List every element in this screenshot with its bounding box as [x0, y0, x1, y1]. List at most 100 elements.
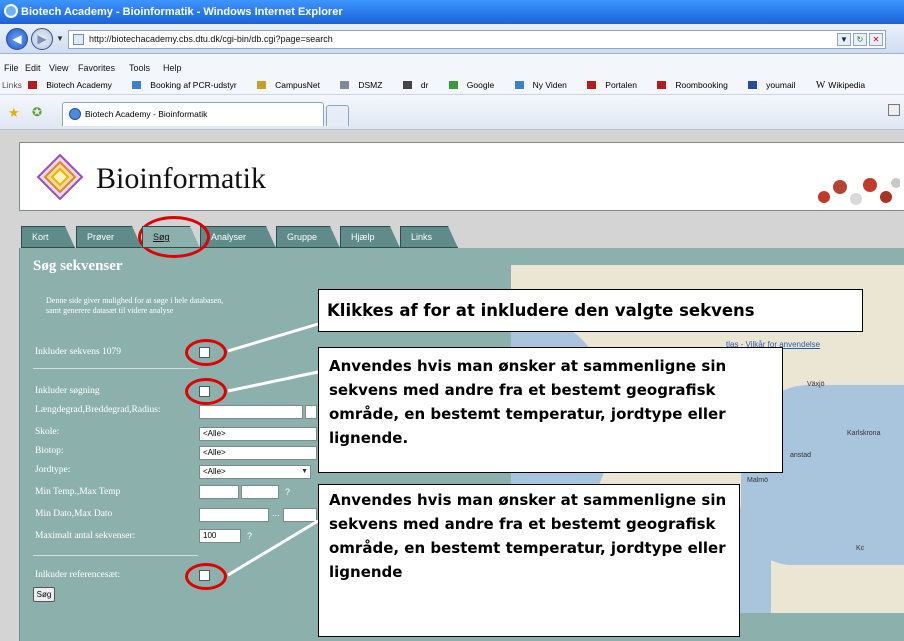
map-label-vaxjo: Växjö — [807, 381, 825, 388]
highlight-ring-search-checkbox — [185, 378, 227, 405]
divider — [33, 555, 198, 556]
reference-set-label: Inlkuder referencesæt: — [35, 570, 121, 580]
menu-tools[interactable]: Tools — [129, 63, 150, 73]
callout-include-search: Anvendes hvis man ønsker at sammenligne … — [318, 347, 783, 473]
divider — [33, 368, 198, 369]
browser-tab-active[interactable]: Biotech Academy - Bioinformatik — [62, 102, 324, 126]
link-google[interactable]: Google — [448, 80, 503, 90]
navigation-bar: ◀ ▶ ▼ http://biotechacademy.cbs.dtu.dk/c… — [0, 24, 904, 54]
min-date-input[interactable] — [199, 508, 269, 522]
link-icon — [402, 81, 412, 89]
star-icon[interactable]: ★ — [8, 105, 20, 121]
link-icon — [448, 81, 458, 89]
link-icon — [340, 81, 350, 89]
date-label: Min Dato,Max Dato — [35, 509, 113, 519]
map-label-karlskrona: Karlskrona — [847, 430, 881, 437]
site-title: Bioinformatik — [96, 162, 266, 195]
map-label-malmo: Malmö — [747, 477, 769, 484]
close-icon[interactable]: ✕ — [869, 33, 883, 46]
callout-include-sequence: Klikkes af for at inkludere den valgte s… — [318, 289, 863, 332]
tab-prover[interactable]: Prøver — [76, 226, 142, 248]
max-date-input[interactable] — [283, 508, 317, 522]
logo-icon — [36, 153, 84, 201]
new-tab-button[interactable] — [326, 105, 349, 126]
link-icon — [587, 81, 597, 89]
max-help-icon[interactable]: ? — [247, 531, 252, 541]
tab-links[interactable]: Links — [400, 226, 458, 248]
link-icon — [514, 81, 524, 89]
link-icon — [657, 81, 667, 89]
link-icon — [748, 81, 758, 89]
menu-file[interactable]: File — [4, 63, 19, 73]
home-icon[interactable] — [888, 104, 900, 116]
temperature-label: Min Temp.,Max Temp — [35, 487, 121, 497]
window-titlebar: Biotech Academy - Bioinformatik - Window… — [0, 0, 904, 24]
link-biotech-academy[interactable]: Biotech Academy — [28, 80, 121, 90]
link-dr[interactable]: dr — [402, 80, 438, 90]
history-dropdown-icon[interactable]: ▼ — [56, 34, 64, 43]
min-temp-input[interactable] — [199, 485, 239, 499]
school-label: Skole: — [35, 427, 60, 437]
molecule-image — [818, 178, 900, 205]
menu-edit[interactable]: Edit — [25, 63, 41, 73]
date-picker-icon[interactable]: ... — [272, 508, 280, 518]
wikipedia-icon: W — [815, 80, 826, 91]
highlight-ring-reference-checkbox — [185, 563, 227, 590]
tab-hjaelp[interactable]: Hjælp — [340, 226, 400, 248]
intro-text: Denne side giver mulighed for at søge i … — [46, 296, 316, 316]
back-icon[interactable]: ◀ — [6, 28, 28, 50]
include-sequence-label: Inkluder sekvens 1079 — [35, 347, 122, 357]
menu-favorites[interactable]: Favorites — [78, 63, 115, 73]
browser-tab-bar: ★ ✪ Biotech Academy - Bioinformatik — [0, 95, 904, 130]
ie-page-icon — [69, 108, 81, 120]
highlight-ring-sequence-checkbox — [185, 339, 227, 366]
map-label-anstad: anstad — [790, 452, 812, 459]
link-icon — [257, 81, 267, 89]
link-icon — [28, 81, 38, 89]
intro-line-1: Denne side giver mulighed for at søge i … — [46, 296, 224, 305]
soil-type-select[interactable]: <Alle> ▼ — [199, 465, 311, 479]
address-bar[interactable]: http://biotechacademy.cbs.dtu.dk/cgi-bin… — [68, 30, 886, 49]
add-favorite-icon[interactable]: ✪ — [32, 105, 42, 119]
school-select[interactable]: <Alle> — [199, 427, 317, 441]
link-ny-viden[interactable]: Ny Viden — [514, 80, 576, 90]
link-youmail[interactable]: youmail — [748, 80, 804, 90]
callout-reference-set: Anvendes hvis man ønsker at sammenligne … — [318, 484, 740, 637]
link-roombooking[interactable]: Roombooking — [657, 80, 736, 90]
forward-icon[interactable]: ▶ — [31, 28, 53, 50]
link-wikipedia[interactable]: W Wikipedia — [815, 80, 874, 91]
link-portalen[interactable]: Portalen — [587, 80, 646, 90]
menu-view[interactable]: View — [49, 63, 68, 73]
page-icon — [73, 34, 84, 45]
biotope-select[interactable]: <Alle> — [199, 446, 317, 460]
site-header: Bioinformatik — [19, 142, 904, 211]
radius-input[interactable] — [305, 405, 317, 419]
tab-kort[interactable]: Kort — [21, 226, 75, 248]
chevron-down-icon: ▼ — [301, 468, 308, 475]
tab-analyser[interactable]: Analyser — [200, 226, 276, 248]
page-heading: Søg sekvenser — [33, 258, 123, 274]
address-dropdown-icon[interactable]: ▼ — [837, 33, 851, 46]
link-booking-pcr[interactable]: Booking af PCR-udstyr — [132, 80, 245, 90]
address-url: http://biotechacademy.cbs.dtu.dk/cgi-bin… — [89, 34, 333, 44]
link-dsmz[interactable]: DSMZ — [340, 80, 391, 90]
include-search-label: Inkluder søgning — [35, 386, 100, 396]
coords-input[interactable] — [199, 405, 303, 419]
temp-help-icon[interactable]: ? — [285, 487, 290, 497]
menu-bar: File Edit View Favorites Tools Help — [0, 54, 904, 78]
search-button[interactable]: Søg — [33, 587, 55, 602]
tab-gruppe[interactable]: Gruppe — [276, 226, 340, 248]
max-temp-input[interactable] — [241, 485, 279, 499]
max-sequences-input[interactable]: 100 — [199, 529, 241, 543]
map-label-kc: Kc — [856, 545, 865, 552]
link-campusnet[interactable]: CampusNet — [257, 80, 329, 90]
ie-icon — [4, 4, 18, 18]
browser-tab-label: Biotech Academy - Bioinformatik — [85, 109, 208, 119]
window-title: Biotech Academy - Bioinformatik - Window… — [21, 6, 343, 18]
soil-type-label: Jordtype: — [35, 465, 71, 475]
biotope-label: Biotop: — [35, 446, 64, 456]
tab-sog[interactable]: Søg — [142, 226, 200, 248]
links-bar: Links Biotech Academy Booking af PCR-uds… — [0, 78, 904, 95]
menu-help[interactable]: Help — [163, 63, 182, 73]
refresh-icon[interactable]: ↻ — [853, 33, 867, 46]
